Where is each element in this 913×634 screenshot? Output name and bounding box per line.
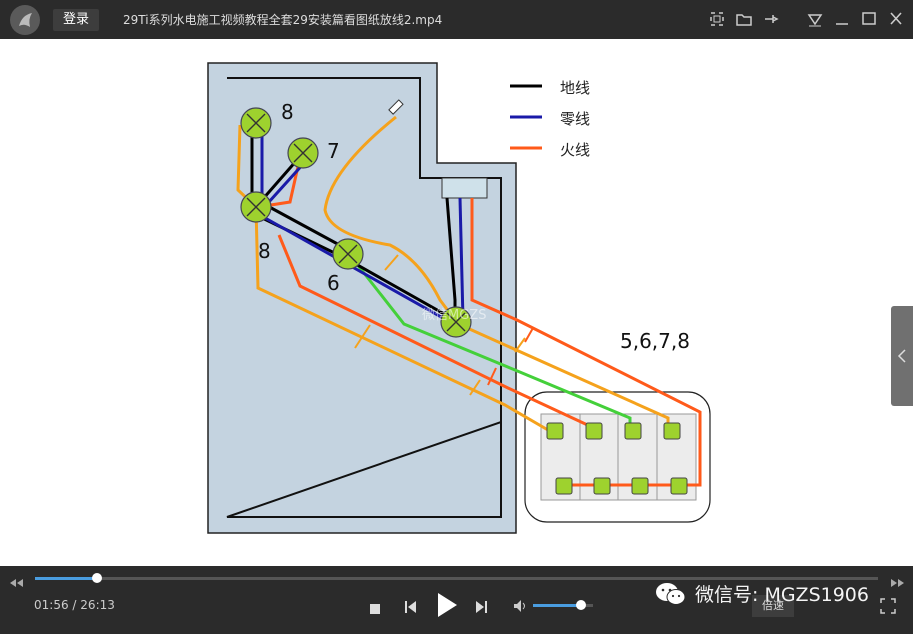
volume-fill — [533, 604, 581, 607]
watermark-text: 微信号: MGZS1906 — [695, 584, 869, 606]
progress-fill — [35, 577, 98, 580]
junction-box — [441, 177, 488, 199]
legend-live-label: 火线 — [560, 141, 591, 159]
previous-button[interactable] — [404, 599, 418, 618]
lamp-8-top — [240, 107, 272, 139]
minimize-icon[interactable] — [833, 10, 851, 28]
side-panel-toggle[interactable] — [891, 306, 913, 406]
play-button[interactable] — [435, 592, 459, 622]
fast-forward-icon[interactable] — [888, 573, 906, 592]
wiring-diagram — [207, 62, 711, 534]
legend-ground-label: 地线 — [560, 79, 591, 97]
next-button[interactable] — [474, 599, 488, 618]
time-display: 01:56 / 26:13 — [34, 598, 115, 612]
rewind-icon[interactable] — [8, 573, 26, 592]
menu-triangle-icon[interactable] — [806, 10, 824, 28]
lamp-7 — [287, 137, 319, 169]
total-time: 26:13 — [80, 598, 115, 612]
window-controls — [708, 10, 905, 28]
volume-icon[interactable] — [513, 598, 527, 617]
lamp-label-6: 6 — [327, 271, 340, 295]
stop-button[interactable] — [369, 600, 381, 619]
pin-icon[interactable] — [762, 10, 780, 28]
diagram-watermark: 微信MGZS — [422, 308, 487, 323]
current-time: 01:56 — [34, 598, 69, 612]
lamp-label-7: 7 — [327, 139, 340, 163]
login-button[interactable]: 登录 — [53, 9, 99, 31]
lamp-label-8-bottom: 8 — [258, 239, 271, 263]
capture-icon[interactable] — [708, 10, 726, 28]
wechat-icon — [656, 582, 686, 605]
window-title: 29Ti系列水电施工视频教程全套29安装篇看图纸放线2.mp4 — [123, 13, 443, 27]
volume-knob[interactable] — [576, 600, 586, 610]
maximize-icon[interactable] — [860, 10, 878, 28]
lamp-8-bottom — [240, 191, 272, 223]
switch-label: 5,6,7,8 — [620, 329, 690, 353]
lamp-label-8-top: 8 — [281, 100, 294, 124]
title-bar: 登录 29Ti系列水电施工视频教程全套29安装篇看图纸放线2.mp4 — [0, 0, 913, 39]
wechat-watermark: 微信号: MGZS1906 — [655, 580, 869, 607]
fullscreen-icon[interactable] — [880, 598, 896, 618]
folder-icon[interactable] — [735, 10, 753, 28]
video-frame[interactable]: 地线 零线 火线 8 7 8 6 5,6,7,8 微信MGZS — [0, 39, 913, 566]
lamp-6 — [332, 238, 364, 270]
close-icon[interactable] — [887, 10, 905, 28]
legend-neutral-label: 零线 — [560, 110, 591, 128]
app-logo-icon — [10, 5, 40, 35]
